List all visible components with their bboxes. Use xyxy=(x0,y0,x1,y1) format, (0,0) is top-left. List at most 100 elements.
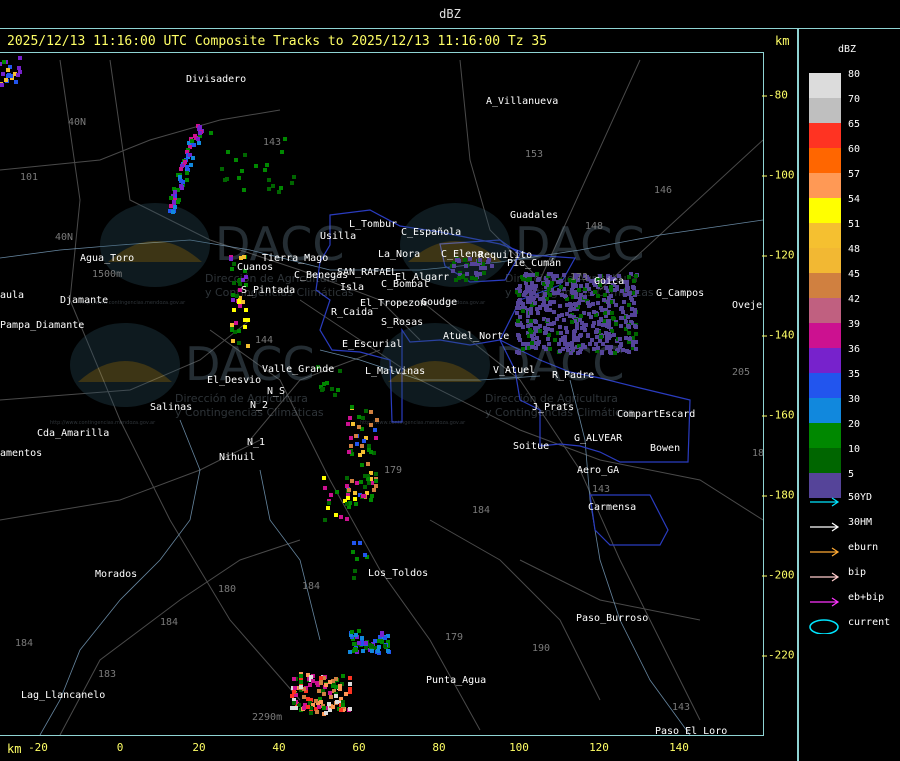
echo-cell xyxy=(632,301,636,305)
echo-cell xyxy=(608,346,612,350)
echo-cell xyxy=(625,281,629,285)
echo-cell xyxy=(596,301,600,305)
echo-cell xyxy=(292,175,296,179)
echo-cell xyxy=(482,271,486,275)
echo-cell xyxy=(308,683,312,687)
echo-cell xyxy=(592,347,596,351)
echo-cell xyxy=(517,293,521,297)
place-label: Pie_Cumán xyxy=(507,257,561,269)
echo-cell xyxy=(335,700,339,704)
echo-cell xyxy=(580,326,584,330)
echo-cell xyxy=(348,676,352,680)
echo-cell xyxy=(333,393,337,397)
echo-cell xyxy=(380,633,384,637)
echo-cell xyxy=(452,264,456,268)
radar-map[interactable]: DACCDirección de Agriculturay Contingenc… xyxy=(0,52,763,735)
legend-label: 65 xyxy=(848,119,861,130)
echo-cell xyxy=(354,633,358,637)
echo-cell xyxy=(599,318,603,322)
y-tick-label: -180 xyxy=(762,488,795,502)
echo-cell xyxy=(570,320,574,324)
echo-cell xyxy=(465,272,469,276)
x-tick-label: 140 xyxy=(669,741,689,754)
echo-cell xyxy=(306,705,310,709)
route-label: 40N xyxy=(68,117,86,128)
echo-cell xyxy=(2,60,6,64)
echo-cell xyxy=(345,502,349,506)
place-label: R_Padre xyxy=(552,370,594,381)
echo-cell xyxy=(601,323,605,327)
echo-cell xyxy=(279,186,283,190)
echo-cell xyxy=(180,186,184,190)
echo-cell xyxy=(548,293,552,297)
echo-cell xyxy=(380,640,384,644)
echo-cell xyxy=(627,331,631,335)
echo-cell xyxy=(243,325,247,329)
echo-cell xyxy=(339,708,343,712)
track-arrow-icon xyxy=(810,497,840,507)
echo-cell xyxy=(229,257,233,261)
echo-cell xyxy=(600,351,604,355)
echo-cell xyxy=(290,706,294,710)
track-legend-label: 50YD xyxy=(848,492,873,503)
echo-cell xyxy=(560,293,564,297)
echo-cell xyxy=(515,311,519,315)
echo-cell xyxy=(192,143,196,147)
echo-cell xyxy=(369,423,373,427)
echo-cell xyxy=(0,62,2,66)
track-legend-entry: 50YD xyxy=(808,490,900,515)
echo-cell xyxy=(244,308,248,312)
echo-cell xyxy=(624,336,628,340)
legend-swatch xyxy=(809,98,841,123)
echo-cell xyxy=(580,321,584,325)
echo-cell xyxy=(608,350,612,354)
place-label: Aero_GA xyxy=(577,465,619,476)
place-label: N_2 xyxy=(250,400,268,411)
echo-cell xyxy=(606,300,610,304)
place-label: CompartEscard xyxy=(617,409,695,420)
echo-cell xyxy=(242,188,246,192)
legend-label: 30 xyxy=(848,394,861,405)
route-label: 148 xyxy=(585,221,603,232)
echo-cell xyxy=(352,576,356,580)
echo-cell xyxy=(328,680,332,684)
echo-cell xyxy=(561,347,565,351)
echo-cell xyxy=(607,319,611,323)
echo-cell xyxy=(530,345,534,349)
echo-cell xyxy=(341,703,345,707)
echo-cell xyxy=(565,330,569,334)
map-right-border xyxy=(797,28,799,761)
echo-cell xyxy=(283,137,287,141)
place-label: R_Caida xyxy=(331,307,373,318)
echo-cell xyxy=(373,639,377,643)
place-label: N_1 xyxy=(247,437,265,448)
echo-cell xyxy=(528,273,532,277)
echo-cell xyxy=(190,139,194,143)
echo-cell xyxy=(595,329,599,333)
place-label: C_Bombal xyxy=(381,279,429,290)
echo-cell xyxy=(169,204,173,208)
echo-cell xyxy=(348,682,352,686)
place-label: Carmensa xyxy=(588,502,636,513)
echo-cell xyxy=(543,292,547,296)
legend-swatch xyxy=(809,223,841,248)
echo-cell xyxy=(479,266,483,270)
echo-cell xyxy=(230,267,234,271)
echo-cell xyxy=(315,710,319,714)
echo-cell xyxy=(271,184,275,188)
echo-cell xyxy=(324,683,328,687)
echo-cell xyxy=(246,344,250,348)
echo-cell xyxy=(347,488,351,492)
legend-label: 45 xyxy=(848,269,861,280)
echo-cell xyxy=(546,318,550,322)
echo-cell xyxy=(633,309,637,313)
place-label: Lag_Llancanelo xyxy=(21,690,105,701)
echo-cell xyxy=(363,553,367,557)
echo-cell xyxy=(548,308,552,312)
echo-cell xyxy=(232,281,236,285)
echo-cell xyxy=(374,484,378,488)
echo-cell xyxy=(348,650,352,654)
place-label: Divisadero xyxy=(186,74,246,85)
place-label: Los_Toldos xyxy=(368,568,428,579)
x-tick-label: 120 xyxy=(589,741,609,754)
